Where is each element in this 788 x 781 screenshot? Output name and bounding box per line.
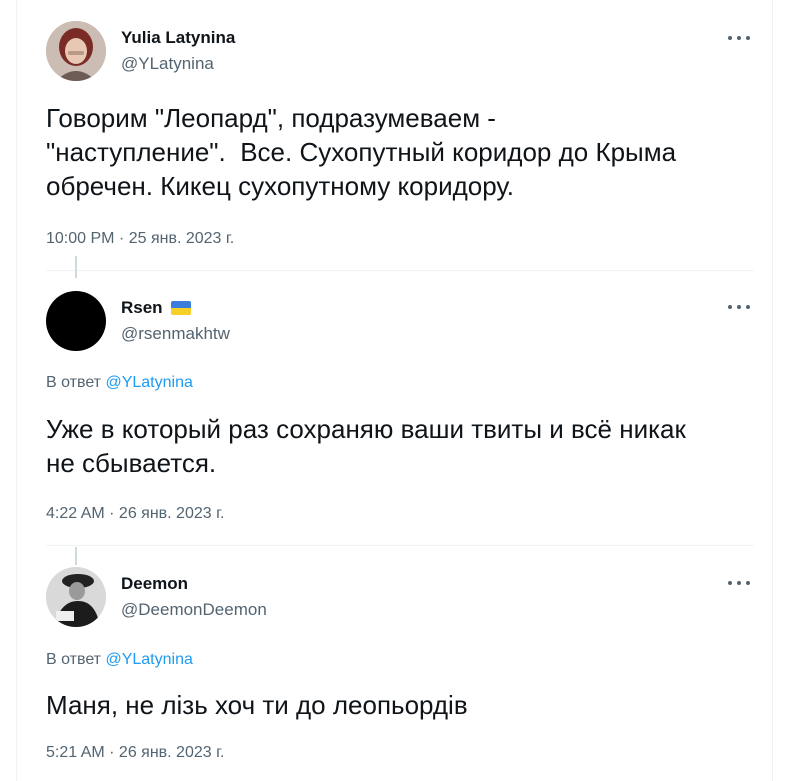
reply-context: В ответ @YLatynina: [46, 651, 193, 669]
author-block: Deemon @DeemonDeemon: [121, 574, 267, 620]
timestamp[interactable]: 4:22 AM · 26 янв. 2023 г.: [46, 505, 224, 523]
reply-mention-link[interactable]: @YLatynina: [105, 374, 192, 391]
author-block: Yulia Latynina @YLatynina: [121, 28, 235, 74]
ukraine-flag-icon: [170, 301, 191, 315]
author-block: Rsen @rsenmakhtw: [121, 298, 230, 344]
tweet-thread: Yulia Latynina @YLatynina Говорим "Леопа…: [16, 0, 773, 781]
avatar[interactable]: [46, 567, 106, 627]
display-name[interactable]: Deemon: [121, 574, 267, 594]
tweet-text: Маня, не лізь хоч ти до леопьордів: [46, 690, 468, 720]
thread-connector-line: [75, 256, 77, 278]
display-name[interactable]: Yulia Latynina: [121, 28, 235, 48]
tweet-text: Говорим "Леопард", подразумеваем - "наст…: [46, 103, 677, 201]
reply-context: В ответ @YLatynina: [46, 374, 193, 392]
reply-prefix: В ответ: [46, 651, 106, 668]
avatar-photo-man-bw-icon: [46, 567, 106, 627]
display-name[interactable]: Rsen: [121, 298, 163, 318]
user-handle[interactable]: @DeemonDeemon: [121, 600, 267, 620]
timestamp[interactable]: 10:00 PM · 25 янв. 2023 г.: [46, 230, 234, 248]
display-name-row: Rsen: [121, 298, 230, 318]
more-options-icon[interactable]: [728, 303, 750, 311]
reply-mention-link[interactable]: @YLatynina: [105, 651, 192, 668]
more-options-icon[interactable]: [728, 34, 750, 42]
avatar-photo-woman-icon: [46, 21, 106, 81]
avatar[interactable]: [46, 291, 106, 351]
more-options-icon[interactable]: [728, 579, 750, 587]
thread-connector-line: [75, 547, 77, 565]
user-handle[interactable]: @rsenmakhtw: [121, 324, 230, 344]
tweet-text: Уже в который раз сохраняю ваши твиты и …: [46, 414, 686, 478]
reply-prefix: В ответ: [46, 374, 106, 391]
timestamp[interactable]: 5:21 AM · 26 янв. 2023 г.: [46, 744, 224, 762]
divider: [46, 270, 754, 271]
avatar[interactable]: [46, 21, 106, 81]
divider: [46, 545, 754, 546]
user-handle[interactable]: @YLatynina: [121, 54, 235, 74]
